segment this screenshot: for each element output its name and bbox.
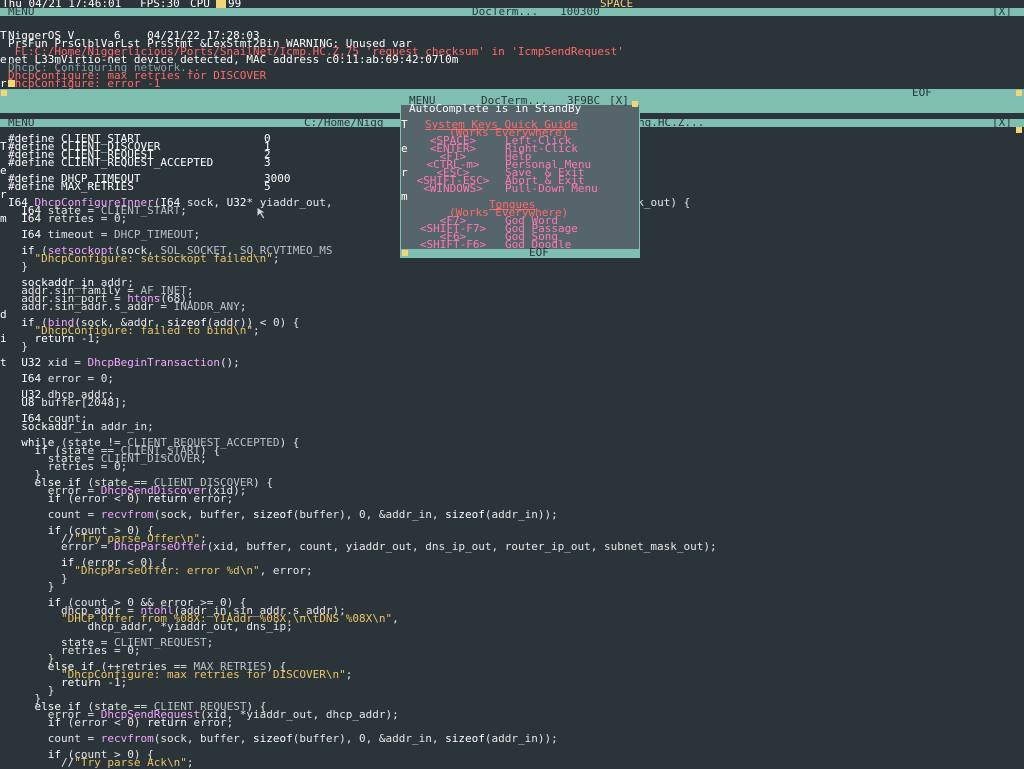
code-line[interactable]: retries = 0;	[8, 461, 717, 472]
scroll-corner-icon[interactable]	[1016, 127, 1022, 133]
mouse-pointer-icon	[256, 206, 268, 220]
resize-corner-icon[interactable]	[402, 250, 408, 256]
code-line[interactable]: count = recvfrom(sock, buffer, sizeof(bu…	[8, 509, 717, 520]
popup-bottom-border: EOF	[401, 246, 639, 259]
code-line[interactable]: "DhcpConfigure: failed to bind\n";	[8, 325, 717, 336]
popup-eof: EOF	[529, 246, 549, 259]
resize-corner-icon[interactable]	[1016, 90, 1022, 96]
scroll-corner-icon[interactable]	[632, 101, 638, 107]
status-cpu-value: 99	[228, 0, 242, 10]
editor-title: C:/Home/Nigg	[304, 116, 384, 129]
status-cpu-label: CPU	[190, 0, 210, 10]
code-line[interactable]: return -1;	[8, 677, 717, 688]
output-line: DhcpConfigure: error -1	[8, 77, 161, 90]
top-window-menu[interactable]: MENU	[8, 6, 35, 17]
code-line[interactable]: U8 buffer[2048];	[8, 397, 717, 408]
top-window-close-button[interactable]: [X]	[992, 6, 1012, 17]
code-line[interactable]: I64 error = 0;	[8, 373, 717, 384]
defines-block[interactable]: #define CLIENT_START 0 #define CLIENT_DISC…	[8, 133, 291, 193]
define-value: 3	[264, 156, 271, 169]
cpu-meter	[216, 0, 226, 8]
editor-title-end: ng.HC.Z...	[638, 116, 705, 129]
top-window-title: DocTerm...	[472, 5, 539, 18]
top-window-counter: 100300	[560, 5, 600, 18]
code-line[interactable]: error = DhcpParseOffer(xid, buffer, coun…	[8, 541, 717, 552]
autocomplete-status: AutoComplete is in StandBy	[409, 102, 582, 115]
popup-close-button[interactable]: [X]	[609, 95, 629, 106]
code-line[interactable]	[8, 383, 717, 391]
top-window-eof: EOF	[912, 86, 932, 99]
define-value: 5	[264, 180, 271, 193]
code-editor[interactable]: I64 DhcpConfigureInner(I64 sock, U32* yi…	[8, 197, 717, 768]
status-fps: FPS:30	[140, 0, 180, 10]
code-line[interactable]: "DhcpParseOffer: error %d\n", error;	[8, 565, 717, 576]
editor-menu[interactable]: MENU	[8, 117, 35, 128]
resize-corner-icon[interactable]	[1, 90, 7, 96]
status-space-label: SPACE	[600, 0, 634, 10]
code-line[interactable]: addr.sin_addr.s_addr = INADDR_ANY;	[8, 301, 717, 312]
code-line[interactable]: count = recvfrom(sock, buffer, sizeof(bu…	[8, 733, 717, 744]
editor-close-button[interactable]: [X]	[992, 117, 1012, 128]
shortcut-key: <SHIFT-F6>	[419, 238, 487, 251]
code-line[interactable]: if (error < 0) return error;	[8, 493, 717, 504]
top-terminal-window[interactable]: MENU DocTerm... 100300 [X] T e r m Nigge…	[0, 5, 1024, 113]
shortcut-action: Pull-Down Menu	[505, 182, 598, 195]
top-window-titlebar[interactable]: MENU DocTerm... 100300 [X]	[0, 5, 1024, 18]
shortcut-key: <WINDOWS>	[423, 182, 483, 195]
code-line[interactable]: }	[8, 581, 717, 592]
define-line[interactable]: #define MAX_RETRIES 5	[8, 180, 271, 193]
quick-guide-popup[interactable]: MENU DocTerm... 3F9BC [X] T e r m AutoCo…	[400, 95, 640, 259]
define-name: #define MAX_RETRIES	[8, 180, 134, 193]
code-line[interactable]: U32 xid = DhcpBeginTransaction();	[8, 357, 717, 368]
code-line[interactable]: }	[8, 341, 717, 352]
code-line[interactable]: //"Try parse Ack\n";	[8, 757, 717, 768]
code-line[interactable]: sockaddr_in addr_in;	[8, 421, 717, 432]
code-line[interactable]: retries = 0;	[8, 645, 717, 656]
top-window-cursor	[8, 80, 15, 87]
define-line[interactable]: #define CLIENT_REQUEST_ACCEPTED 3	[8, 157, 271, 168]
